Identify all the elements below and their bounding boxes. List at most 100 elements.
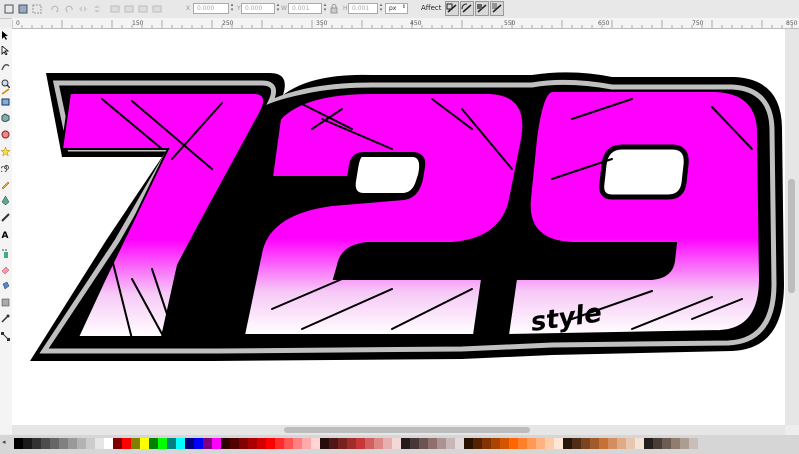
color-swatch[interactable] [158, 438, 167, 449]
color-swatch[interactable] [527, 438, 536, 449]
color-swatch[interactable] [590, 438, 599, 449]
color-swatch[interactable] [212, 438, 221, 449]
color-swatch[interactable] [338, 438, 347, 449]
color-swatch[interactable] [203, 438, 212, 449]
flip-horizontal-icon[interactable] [76, 2, 90, 15]
color-swatch[interactable] [599, 438, 608, 449]
color-swatch[interactable] [59, 438, 68, 449]
drawing-canvas[interactable]: style [12, 29, 785, 425]
color-swatch[interactable] [518, 438, 527, 449]
move-gradients-icon[interactable] [475, 1, 489, 16]
raise-to-top-icon[interactable] [108, 2, 122, 15]
color-swatch[interactable] [293, 438, 302, 449]
color-swatch[interactable] [635, 438, 644, 449]
color-swatch[interactable] [149, 438, 158, 449]
color-swatch[interactable] [86, 438, 95, 449]
color-swatch[interactable] [266, 438, 275, 449]
color-swatch[interactable] [122, 438, 131, 449]
color-swatch[interactable] [653, 438, 662, 449]
eraser-tool-icon[interactable] [0, 264, 10, 274]
color-swatch[interactable] [509, 438, 518, 449]
deselect-icon[interactable] [30, 2, 44, 15]
spray-tool-icon[interactable] [0, 248, 10, 258]
color-swatch[interactable] [95, 438, 104, 449]
box3d-tool-icon[interactable] [0, 112, 10, 122]
ellipse-tool-icon[interactable] [0, 129, 10, 139]
color-swatch[interactable] [482, 438, 491, 449]
units-select[interactable]: px ⇕ [385, 3, 408, 14]
color-swatch[interactable] [50, 438, 59, 449]
rotate-ccw-icon[interactable] [48, 2, 62, 15]
select-all-layers-icon[interactable] [16, 2, 30, 15]
color-swatch[interactable] [14, 438, 23, 449]
star-tool-icon[interactable] [0, 146, 10, 156]
color-swatch[interactable] [563, 438, 572, 449]
color-swatch[interactable] [77, 438, 86, 449]
color-swatch[interactable] [437, 438, 446, 449]
color-swatch[interactable] [410, 438, 419, 449]
color-swatch[interactable] [401, 438, 410, 449]
color-swatch[interactable] [230, 438, 239, 449]
tweak-tool-icon[interactable] [0, 61, 10, 71]
color-swatch[interactable] [257, 438, 266, 449]
raise-icon[interactable] [122, 2, 136, 15]
width-field[interactable]: 0.001 [288, 3, 322, 14]
color-swatch[interactable] [455, 438, 464, 449]
color-swatch[interactable] [671, 438, 680, 449]
gradient-tool-icon[interactable] [0, 297, 10, 307]
palette-menu-icon[interactable]: ◂ [2, 438, 6, 446]
color-swatch[interactable] [383, 438, 392, 449]
color-swatch[interactable] [572, 438, 581, 449]
color-swatch[interactable] [284, 438, 293, 449]
color-swatch[interactable] [545, 438, 554, 449]
pencil-tool-icon[interactable] [0, 179, 10, 189]
color-swatch[interactable] [464, 438, 473, 449]
color-swatch[interactable] [131, 438, 140, 449]
color-swatch[interactable] [311, 438, 320, 449]
color-swatch[interactable] [491, 438, 500, 449]
color-swatch[interactable] [275, 438, 284, 449]
color-swatch[interactable] [419, 438, 428, 449]
text-tool-icon[interactable]: A [0, 231, 10, 241]
color-swatch[interactable] [302, 438, 311, 449]
color-swatch[interactable] [374, 438, 383, 449]
color-swatch[interactable] [617, 438, 626, 449]
color-swatch[interactable] [23, 438, 32, 449]
height-field[interactable]: 0.001 [348, 3, 378, 14]
x-field[interactable]: 0.000 [193, 3, 229, 14]
color-swatch[interactable] [320, 438, 329, 449]
color-swatch[interactable] [608, 438, 617, 449]
move-patterns-icon[interactable] [490, 1, 504, 16]
calligraphy-tool-icon[interactable] [0, 212, 10, 222]
scale-stroke-icon[interactable] [445, 1, 459, 16]
color-swatch[interactable] [167, 438, 176, 449]
color-swatch[interactable] [365, 438, 374, 449]
color-swatch[interactable] [446, 438, 455, 449]
color-swatch[interactable] [554, 438, 563, 449]
color-swatch[interactable] [221, 438, 230, 449]
color-swatch[interactable] [194, 438, 203, 449]
lock-proportions-icon[interactable] [327, 2, 341, 15]
color-swatch[interactable] [644, 438, 653, 449]
color-swatch[interactable] [41, 438, 50, 449]
color-swatch[interactable] [176, 438, 185, 449]
paint-bucket-tool-icon[interactable] [0, 280, 10, 290]
horizontal-scrollbar[interactable] [12, 425, 785, 435]
dropper-tool-icon[interactable] [0, 313, 10, 323]
color-swatch[interactable] [428, 438, 437, 449]
flip-vertical-icon[interactable] [90, 2, 104, 15]
x-spinner[interactable]: ▴ ▾ [229, 3, 235, 14]
color-swatch[interactable] [104, 438, 113, 449]
color-swatch[interactable] [32, 438, 41, 449]
color-swatch[interactable] [662, 438, 671, 449]
color-swatch[interactable] [689, 438, 698, 449]
color-swatch[interactable] [239, 438, 248, 449]
color-swatch[interactable] [329, 438, 338, 449]
color-swatch[interactable] [500, 438, 509, 449]
color-swatch[interactable] [626, 438, 635, 449]
node-tool-icon[interactable] [0, 45, 10, 55]
color-swatch[interactable] [68, 438, 77, 449]
pen-tool-icon[interactable] [0, 195, 10, 205]
rect-tool-icon[interactable] [0, 96, 10, 106]
color-swatch[interactable] [185, 438, 194, 449]
